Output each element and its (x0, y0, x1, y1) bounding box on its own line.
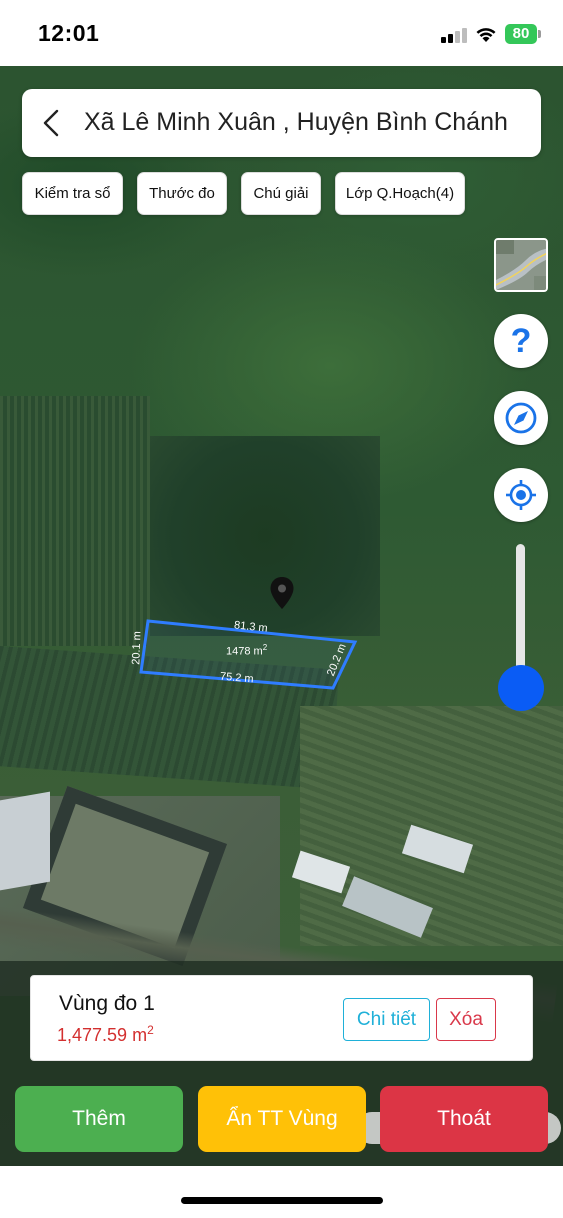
chip-thuoc-do[interactable]: Thước đo (137, 172, 227, 215)
parcel-area-value: 1478 m (226, 645, 263, 658)
help-button[interactable]: ? (494, 314, 548, 368)
status-time: 12:01 (38, 20, 100, 46)
area-value-unit: 2 (147, 1023, 154, 1037)
exit-button[interactable]: Thoát (380, 1086, 548, 1152)
chip-chu-giai[interactable]: Chú giải (241, 172, 321, 215)
wifi-icon (476, 28, 496, 42)
parcel-area-label: 1478 m2 (226, 643, 267, 658)
layer-thumbnail-image (496, 240, 546, 290)
compass-button[interactable] (494, 391, 548, 445)
location-title: Xã Lê Minh Xuân , Huyện Bình Chánh (84, 108, 508, 136)
locate-icon (506, 480, 536, 510)
home-indicator[interactable] (181, 1197, 383, 1204)
battery-level: 80 (512, 25, 530, 42)
signal-icon (441, 27, 467, 43)
measure-area-card: Vùng đo 1 1,477.59 m2 Chi tiết Xóa (30, 975, 533, 1061)
hide-area-info-button[interactable]: Ẩn TT Vùng (198, 1086, 366, 1152)
area-value-number: 1,477.59 m (57, 1025, 148, 1045)
question-icon: ? (511, 322, 532, 360)
delete-button[interactable]: Xóa (436, 998, 496, 1041)
battery-icon: 80 (505, 24, 541, 44)
area-value: 1,477.59 m2 (57, 1023, 154, 1046)
zoom-slider-thumb[interactable] (498, 665, 544, 711)
chip-lop-quy-hoach[interactable]: Lớp Q.Hoạch(4) (335, 172, 465, 215)
layer-thumbnail[interactable] (494, 238, 548, 292)
locate-button[interactable] (494, 468, 548, 522)
svg-text:?: ? (511, 322, 532, 360)
parcel-area-unit: 2 (262, 643, 268, 652)
location-header[interactable]: Xã Lê Minh Xuân , Huyện Bình Chánh (22, 89, 541, 157)
chip-kiem-tra-so[interactable]: Kiểm tra sổ (22, 172, 123, 215)
area-name: Vùng đo 1 (59, 992, 155, 1015)
detail-button[interactable]: Chi tiết (343, 998, 430, 1041)
add-button[interactable]: Thêm (15, 1086, 183, 1152)
parcel-left-edge-label: 20.1 m (130, 630, 144, 666)
chevron-left-icon[interactable] (36, 107, 68, 139)
compass-icon (505, 402, 537, 434)
status-bar: 12:01 80 (0, 0, 563, 66)
app-screen: 12:01 80 81.3 m 1478 m2 75.2 m 20.1 m 20… (0, 0, 563, 1218)
map-pin-icon[interactable] (269, 576, 295, 610)
